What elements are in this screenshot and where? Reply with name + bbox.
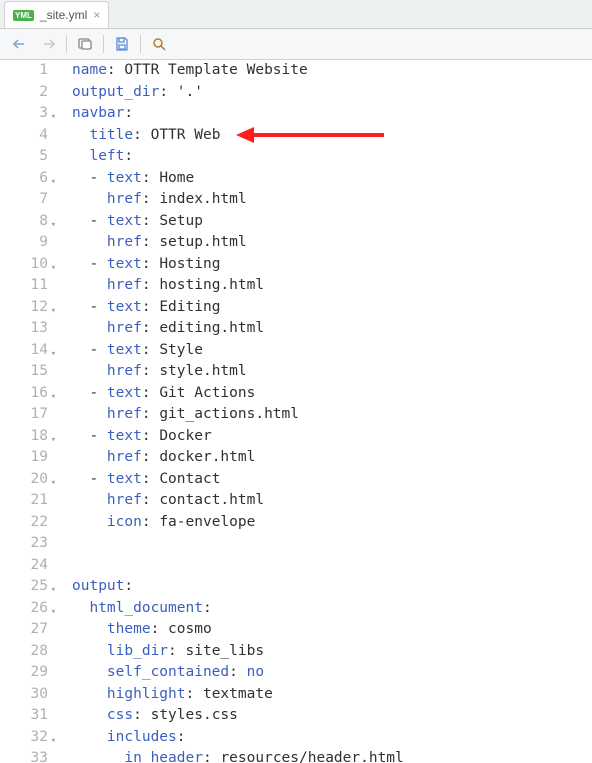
line-number: 1: [0, 60, 48, 82]
yml-file-icon: YML: [13, 10, 34, 21]
fold-toggle-icon[interactable]: ▾: [51, 215, 56, 237]
line-number: 20▾: [0, 469, 48, 491]
code-line[interactable]: - text: Contact: [72, 469, 404, 491]
fold-toggle-icon[interactable]: ▾: [51, 473, 56, 495]
code-line[interactable]: href: contact.html: [72, 490, 404, 512]
line-number: 28: [0, 641, 48, 663]
line-number: 18▾: [0, 426, 48, 448]
line-number: 21: [0, 490, 48, 512]
gutter: 123▾456▾78▾910▾1112▾1314▾1516▾1718▾1920▾…: [0, 60, 54, 763]
line-number: 15: [0, 361, 48, 383]
editor-toolbar: [0, 29, 592, 60]
code-line[interactable]: output_dir: '.': [72, 82, 404, 104]
code-line[interactable]: theme: cosmo: [72, 619, 404, 641]
fold-toggle-icon[interactable]: ▾: [51, 258, 56, 280]
line-number: 27: [0, 619, 48, 641]
editor: 123▾456▾78▾910▾1112▾1314▾1516▾1718▾1920▾…: [0, 60, 592, 763]
line-number: 6▾: [0, 168, 48, 190]
line-number: 4: [0, 125, 48, 147]
fold-toggle-icon[interactable]: ▾: [51, 580, 56, 602]
code-line[interactable]: navbar:: [72, 103, 404, 125]
code-line[interactable]: html_document:: [72, 598, 404, 620]
line-number: 30: [0, 684, 48, 706]
line-number: 2: [0, 82, 48, 104]
line-number: 22: [0, 512, 48, 534]
line-number: 13: [0, 318, 48, 340]
code-line[interactable]: icon: fa-envelope: [72, 512, 404, 534]
line-number: 8▾: [0, 211, 48, 233]
line-number: 5: [0, 146, 48, 168]
code-line[interactable]: - text: Git Actions: [72, 383, 404, 405]
code-line[interactable]: - text: Docker: [72, 426, 404, 448]
line-number: 33: [0, 748, 48, 763]
line-number: 26▾: [0, 598, 48, 620]
code-line[interactable]: href: hosting.html: [72, 275, 404, 297]
line-number: 11: [0, 275, 48, 297]
code-line[interactable]: name: OTTR Template Website: [72, 60, 404, 82]
fold-toggle-icon[interactable]: ▾: [51, 172, 56, 194]
line-number: 25▾: [0, 576, 48, 598]
line-number: 32▾: [0, 727, 48, 749]
fold-toggle-icon[interactable]: ▾: [51, 430, 56, 452]
save-icon[interactable]: [112, 34, 132, 54]
code-line[interactable]: self_contained: no: [72, 662, 404, 684]
code-area[interactable]: name: OTTR Template Websiteoutput_dir: '…: [54, 60, 404, 763]
code-line[interactable]: lib_dir: site_libs: [72, 641, 404, 663]
fold-toggle-icon[interactable]: ▾: [51, 387, 56, 409]
code-line[interactable]: href: docker.html: [72, 447, 404, 469]
code-line[interactable]: in_header: resources/header.html: [72, 748, 404, 763]
code-line[interactable]: [72, 555, 404, 577]
toolbar-separator: [66, 35, 67, 53]
tab-bar: YML _site.yml ×: [0, 0, 592, 29]
line-number: 29: [0, 662, 48, 684]
code-line[interactable]: css: styles.css: [72, 705, 404, 727]
forward-icon[interactable]: [38, 34, 58, 54]
code-line[interactable]: highlight: textmate: [72, 684, 404, 706]
toolbar-separator: [140, 35, 141, 53]
line-number: 9: [0, 232, 48, 254]
fold-toggle-icon[interactable]: ▾: [51, 731, 56, 753]
toolbar-separator: [103, 35, 104, 53]
file-tab[interactable]: YML _site.yml ×: [4, 1, 109, 28]
line-number: 17: [0, 404, 48, 426]
code-line[interactable]: href: style.html: [72, 361, 404, 383]
line-number: 24: [0, 555, 48, 577]
code-line[interactable]: includes:: [72, 727, 404, 749]
code-line[interactable]: left:: [72, 146, 404, 168]
line-number: 10▾: [0, 254, 48, 276]
code-line[interactable]: href: setup.html: [72, 232, 404, 254]
line-number: 14▾: [0, 340, 48, 362]
code-line[interactable]: [72, 533, 404, 555]
code-line[interactable]: output:: [72, 576, 404, 598]
fold-toggle-icon[interactable]: ▾: [51, 344, 56, 366]
line-number: 19: [0, 447, 48, 469]
line-number: 31: [0, 705, 48, 727]
code-line[interactable]: - text: Setup: [72, 211, 404, 233]
code-line[interactable]: href: editing.html: [72, 318, 404, 340]
annotation-arrow: [236, 127, 384, 143]
fold-toggle-icon[interactable]: ▾: [51, 602, 56, 624]
code-line[interactable]: title: OTTR Web: [72, 125, 404, 147]
line-number: 23: [0, 533, 48, 555]
line-number: 7: [0, 189, 48, 211]
back-icon[interactable]: [10, 34, 30, 54]
code-line[interactable]: - text: Editing: [72, 297, 404, 319]
code-line[interactable]: - text: Home: [72, 168, 404, 190]
fold-toggle-icon[interactable]: ▾: [51, 107, 56, 129]
line-number: 16▾: [0, 383, 48, 405]
tab-filename: _site.yml: [40, 8, 87, 22]
line-number: 12▾: [0, 297, 48, 319]
code-line[interactable]: - text: Hosting: [72, 254, 404, 276]
show-in-new-window-icon[interactable]: [75, 34, 95, 54]
fold-toggle-icon[interactable]: ▾: [51, 301, 56, 323]
find-icon[interactable]: [149, 34, 169, 54]
close-tab-icon[interactable]: ×: [93, 8, 100, 22]
code-line[interactable]: href: index.html: [72, 189, 404, 211]
code-line[interactable]: - text: Style: [72, 340, 404, 362]
code-line[interactable]: href: git_actions.html: [72, 404, 404, 426]
line-number: 3▾: [0, 103, 48, 125]
